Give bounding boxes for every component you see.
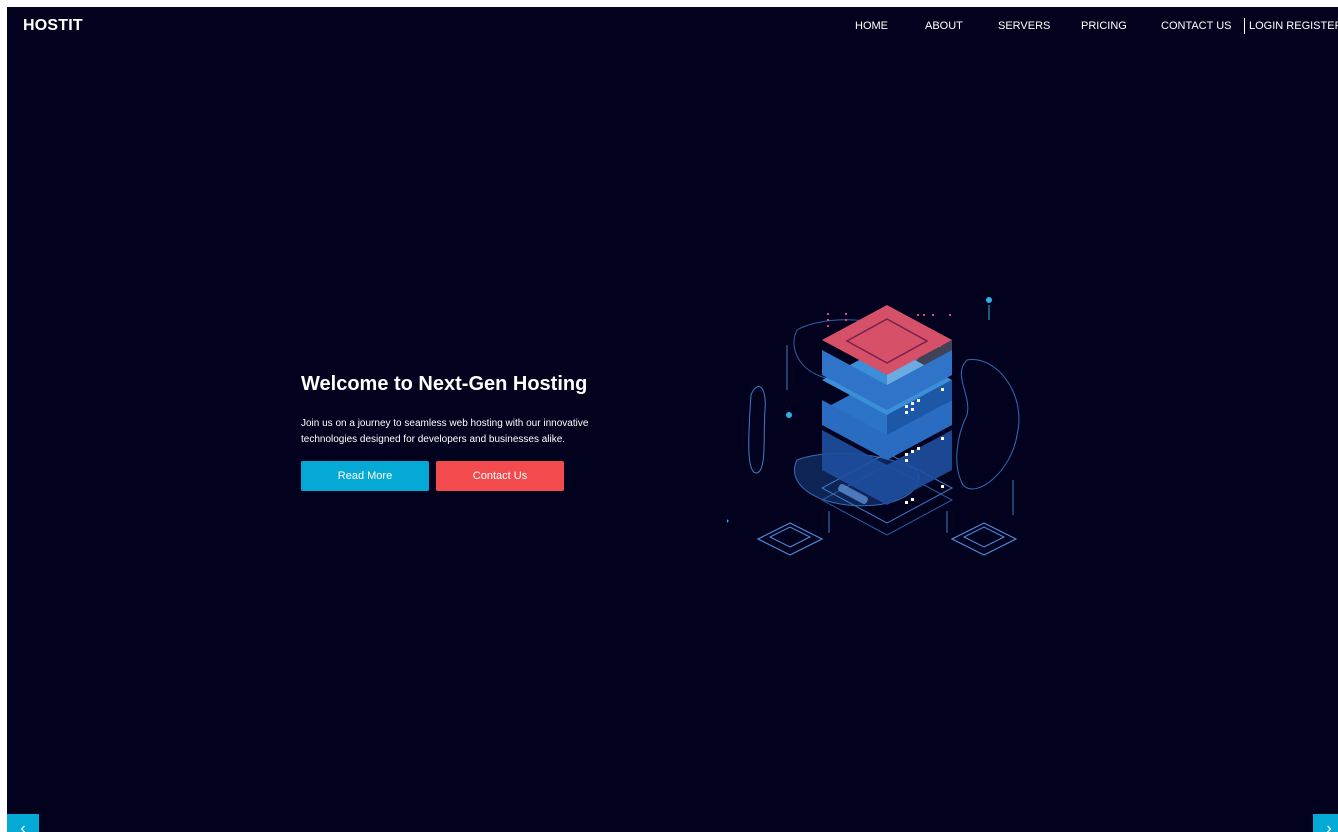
nav-contact-us[interactable]: CONTACT US [1161,20,1232,32]
nav-home[interactable]: HOME [855,20,888,32]
nav-servers[interactable]: SERVERS [998,20,1050,32]
nav-about[interactable]: ABOUT [925,20,963,32]
chevron-left-icon: ‹ [20,820,26,832]
contact-us-button[interactable]: Contact Us [436,461,564,491]
nav-divider [1244,18,1245,34]
read-more-button[interactable]: Read More [301,461,429,491]
navbar: HOSTIT HOME ABOUT SERVERS PRICING CONTAC… [7,7,1338,47]
carousel-prev-button[interactable]: ‹ [7,814,39,832]
brand-logo[interactable]: HOSTIT [23,17,83,35]
hero-description: Join us on a journey to seamless web hos… [301,418,589,445]
nav-login-register[interactable]: LOGIN REGISTER [1249,20,1338,32]
hero-title: Welcome to Next-Gen Hosting [301,373,588,395]
page-frame: HOSTIT HOME ABOUT SERVERS PRICING CONTAC… [7,7,1338,832]
chevron-right-icon: › [1326,820,1332,832]
carousel-next-button[interactable]: › [1313,814,1338,832]
server-illustration [727,297,1020,556]
nav-pricing[interactable]: PRICING [1081,20,1127,32]
